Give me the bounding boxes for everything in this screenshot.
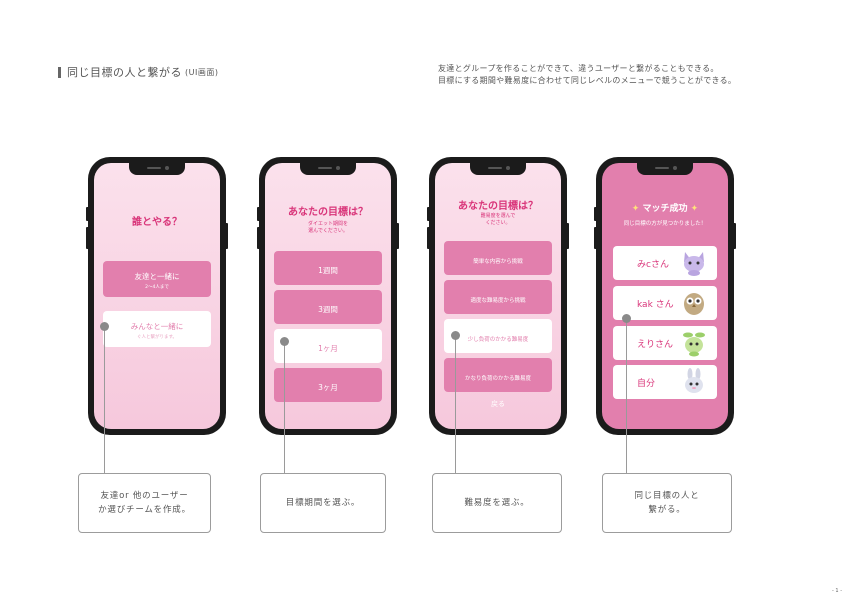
purple-cat-icon (684, 252, 704, 276)
sparkle-icon: ✦ (690, 204, 699, 214)
callout-dot (622, 314, 631, 323)
option-note: ぐ人と繋がります。 (136, 335, 178, 340)
match-title-text: マッチ成功 (642, 204, 688, 214)
caption-box-3: 難易度を選ぶ。 (432, 473, 562, 533)
match-name: kak さん (637, 300, 674, 310)
phone-notch (129, 163, 185, 175)
heading-title: 同じ目標の人と繋がる (67, 66, 182, 79)
option-note: 2～4人まで (145, 285, 169, 290)
screen-subtitle: 難易度を選んで ください。 (480, 213, 516, 226)
option-3-weeks[interactable]: 3週間 (274, 290, 382, 324)
option-1-week[interactable]: 1週間 (274, 251, 382, 285)
option-with-everyone[interactable]: みんなと一緒に ぐ人と繋がります。 (103, 311, 211, 347)
description-line-2: 目標にする期間や難易度に合わせて同じレベルのメニューで競うことができる。 (438, 76, 737, 85)
option-easy[interactable]: 簡単な内容から挑戦 (444, 241, 552, 275)
callout-line (455, 335, 456, 473)
option-somewhat-hard[interactable]: 少し負荷のかかる難易度 (444, 319, 552, 353)
phone-mockup-1: 誰とやる？ 友達と一緒に 2～4人まで みんなと一緒に ぐ人と繋がります。 (86, 157, 228, 435)
phone-notch (470, 163, 526, 175)
option-hard[interactable]: かなり負荷のかかる難易度 (444, 358, 552, 392)
screen-match: ✦ マッチ成功 ✦ 同じ目標の方が見つかりました！ みcさん kak さん えり… (602, 163, 728, 429)
caption-box-4: 同じ目標の人と 繋がる。 (602, 473, 732, 533)
brown-owl-icon (684, 293, 704, 315)
screen-difficulty: あなたの目標は？ 難易度を選んで ください。 簡単な内容から挑戦 適度な難易度か… (435, 163, 561, 429)
callout-dot (280, 337, 289, 346)
match-name: えりさん (637, 340, 674, 350)
match-name: みcさん (637, 260, 669, 270)
option-label: 友達と一緒に (134, 272, 180, 281)
description: 友達とグループを作ることができて、違うユーザーと繋がることもできる。 目標にする… (438, 63, 736, 87)
phone-notch (637, 163, 693, 175)
option-3-months[interactable]: 3ヶ月 (274, 368, 382, 402)
phone-notch (300, 163, 356, 175)
caption-text: 同じ目標の人と 繋がる。 (634, 491, 700, 515)
option-moderate[interactable]: 適度な難易度から挑戦 (444, 280, 552, 314)
callout-dot (451, 331, 460, 340)
screen-title: 誰とやる？ (132, 217, 182, 228)
phone-mockup-3: あなたの目標は？ 難易度を選んで ください。 簡単な内容から挑戦 適度な難易度か… (427, 157, 569, 435)
back-link[interactable]: 戻る (435, 399, 561, 409)
green-sprout-icon (683, 332, 705, 357)
match-name: 自分 (637, 379, 656, 389)
section-heading: 同じ目標の人と繋がる (UI画面) (58, 64, 218, 80)
description-line-1: 友達とグループを作ることができて、違うユーザーと繋がることもできる。 (438, 64, 719, 73)
screen-who: 誰とやる？ 友達と一緒に 2～4人まで みんなと一緒に ぐ人と繋がります。 (94, 163, 220, 429)
match-subtitle: 同じ目標の方が見つかりました！ (623, 221, 707, 227)
match-card[interactable]: えりさん (613, 326, 717, 360)
option-label: みんなと一緒に (130, 322, 184, 331)
screen-title: あなたの目標は？ (288, 207, 368, 218)
screen-title: あなたの目標は？ (458, 201, 538, 212)
match-card-self[interactable]: 自分 (613, 365, 717, 399)
caption-box-1: 友達or 他のユーザー か選びチームを作成。 (78, 473, 211, 533)
phone-mockup-2: あなたの目標は？ ダイエット期間を 選んでください。 1週間 3週間 1ヶ月 3… (257, 157, 399, 435)
callout-dot (100, 322, 109, 331)
option-with-friends[interactable]: 友達と一緒に 2～4人まで (103, 261, 211, 297)
caption-text: 友達or 他のユーザー か選びチームを作成。 (98, 491, 191, 515)
grey-bunny-icon (685, 368, 703, 393)
callout-line (284, 341, 285, 473)
screen-subtitle: ダイエット期間を 選んでください。 (308, 221, 348, 234)
heading-bar (58, 66, 61, 78)
caption-text: 難易度を選ぶ。 (464, 498, 530, 508)
caption-text: 目標期間を選ぶ。 (285, 498, 361, 508)
page-number: - 1 - (832, 588, 842, 594)
caption-box-2: 目標期間を選ぶ。 (260, 473, 386, 533)
match-card[interactable]: みcさん (613, 246, 717, 280)
callout-line (104, 326, 105, 473)
match-title: ✦ マッチ成功 ✦ (602, 201, 728, 214)
heading-subtitle: (UI画面) (185, 67, 219, 77)
sparkle-icon: ✦ (631, 204, 640, 214)
callout-line (626, 318, 627, 473)
option-1-month[interactable]: 1ヶ月 (274, 329, 382, 363)
phone-mockup-4: ✦ マッチ成功 ✦ 同じ目標の方が見つかりました！ みcさん kak さん えり… (594, 157, 736, 435)
